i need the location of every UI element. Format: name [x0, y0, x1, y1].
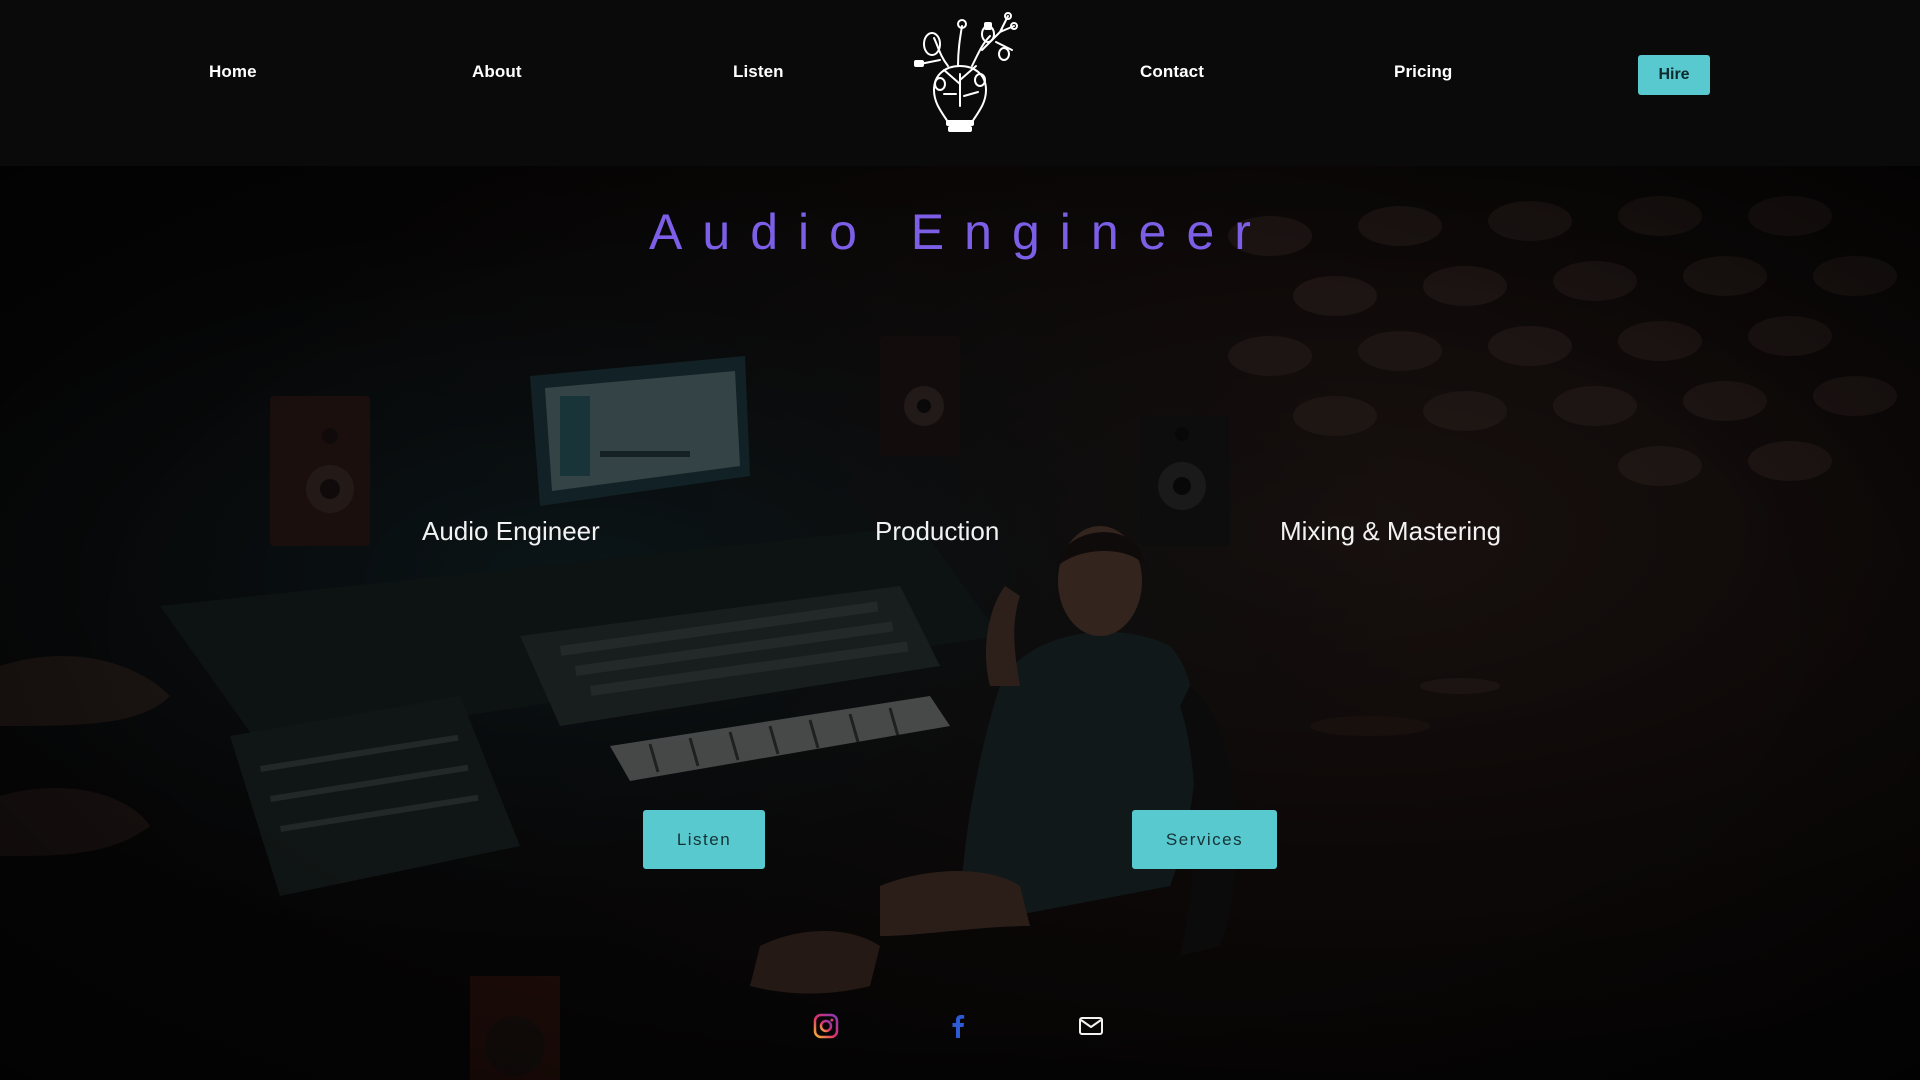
- site-header: Home About Listen Contact Pricing Hire: [0, 0, 1920, 166]
- mail-icon[interactable]: [1077, 1012, 1105, 1040]
- logo-icon[interactable]: [900, 10, 1020, 134]
- facebook-icon[interactable]: [944, 1012, 972, 1040]
- nav-pricing[interactable]: Pricing: [1394, 62, 1452, 82]
- page: Home About Listen Contact Pricing Hire A…: [0, 0, 1920, 1080]
- nav-listen[interactable]: Listen: [733, 62, 784, 82]
- service-production: Production: [875, 516, 1000, 546]
- listen-button[interactable]: Listen: [643, 810, 765, 869]
- studio-background-image: [0, 166, 1920, 1080]
- nav-about[interactable]: About: [472, 62, 522, 82]
- instagram-icon[interactable]: [812, 1012, 840, 1040]
- hire-button[interactable]: Hire: [1638, 55, 1710, 95]
- services-button[interactable]: Services: [1132, 810, 1277, 869]
- hero-title: Audio Engineer: [649, 204, 1271, 260]
- nav-contact[interactable]: Contact: [1140, 62, 1204, 82]
- service-audio-engineer: Audio Engineer: [422, 516, 600, 546]
- nav-home[interactable]: Home: [209, 62, 257, 82]
- service-mixing-mastering: Mixing & Mastering: [1280, 516, 1502, 546]
